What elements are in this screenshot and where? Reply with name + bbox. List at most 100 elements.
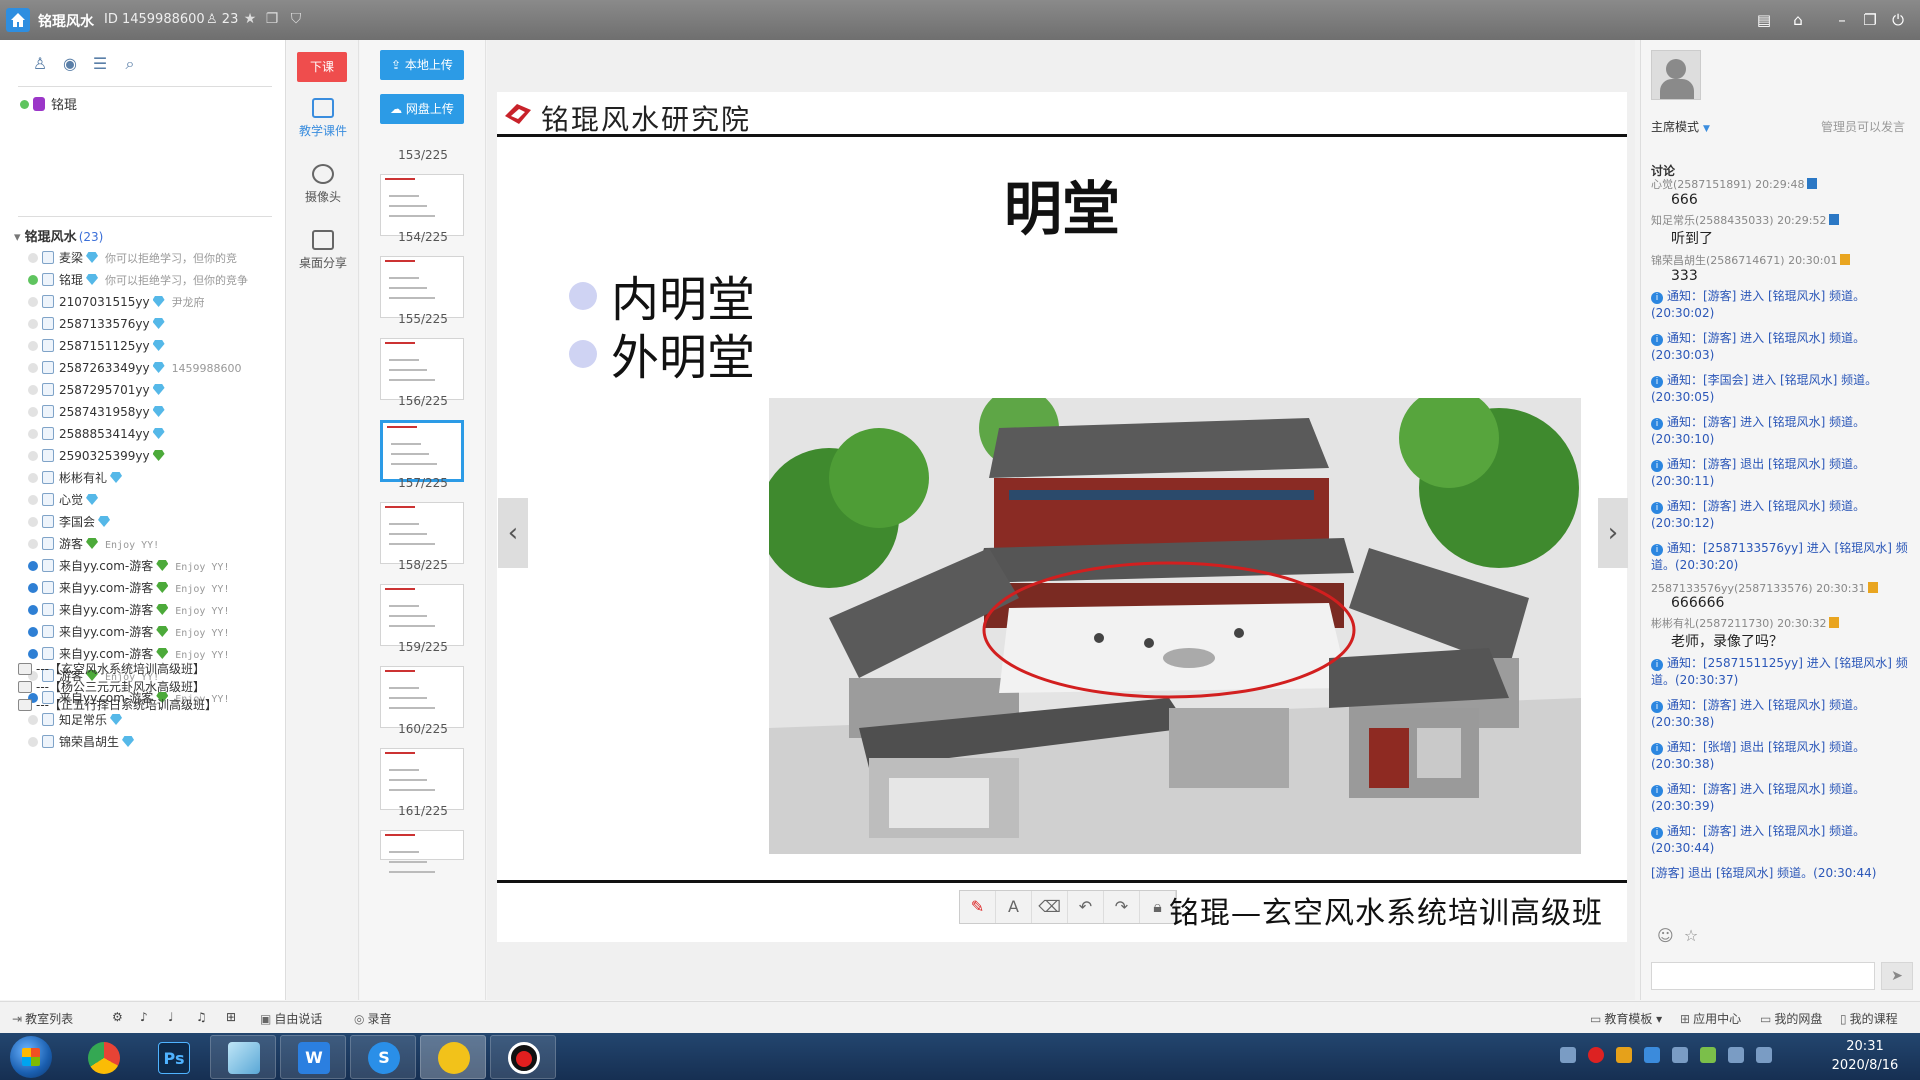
location-icon[interactable]: ◉ bbox=[60, 54, 80, 73]
member-row[interactable]: 2588853414yy bbox=[28, 423, 286, 445]
prev-slide-button[interactable]: ‹ bbox=[498, 498, 528, 568]
classroom-list-button[interactable]: ⇥ 教室列表 bbox=[12, 1010, 73, 1027]
teaching-toolbar: 下课 教学课件 摄像头 桌面分享 bbox=[287, 40, 359, 1000]
member-toolbar: ♙ ◉ ☰ ⌕ bbox=[30, 54, 150, 74]
text-icon[interactable]: A bbox=[996, 891, 1032, 923]
vip-gem-icon bbox=[152, 362, 165, 373]
slide-canvas[interactable]: 铭琨风水研究院 明堂 内明堂 外明堂 ✎ A ⌫ ↶ ↷ 🔒︎ 铭琨—玄空风水系… bbox=[497, 92, 1627, 942]
member-row[interactable]: 来自yy.com-游客 Enjoy YY! bbox=[28, 621, 286, 643]
home-icon[interactable] bbox=[6, 8, 30, 32]
microphone-icon[interactable]: ♩ bbox=[168, 1010, 174, 1024]
member-row[interactable]: 游客 Enjoy YY! bbox=[28, 533, 286, 555]
speaker-icon[interactable]: ♪ bbox=[140, 1010, 148, 1024]
current-user[interactable]: 铭琨 bbox=[20, 94, 77, 113]
skin-icon[interactable]: ▤ bbox=[1754, 10, 1774, 30]
member-row[interactable]: 铭琨 你可以拒绝学习，但你的竞争 bbox=[28, 269, 286, 291]
slide-thumbnail[interactable] bbox=[380, 584, 464, 646]
keyboard-icon[interactable] bbox=[1560, 1047, 1576, 1063]
end-class-button[interactable]: 下课 bbox=[297, 52, 347, 82]
member-row[interactable]: 2587263349yy 1459988600 bbox=[28, 357, 286, 379]
edu-template-button[interactable]: ▭ 教育模板 ▾ bbox=[1590, 1010, 1662, 1027]
subchannel-item[interactable]: ---【杨公三元元卦风水高级班】 bbox=[18, 678, 205, 695]
slide-thumbnail[interactable] bbox=[380, 666, 464, 728]
subchannel-item[interactable]: ---【正五行择日系统培训高级班】 bbox=[18, 696, 217, 713]
favorite-icon[interactable]: ☆ bbox=[1684, 926, 1698, 945]
undo-icon[interactable]: ↶ bbox=[1068, 891, 1104, 923]
list-icon[interactable]: ☰ bbox=[90, 54, 110, 73]
app-tray-icon[interactable] bbox=[1644, 1047, 1660, 1063]
emoji-icon[interactable]: ☺ bbox=[1657, 926, 1674, 945]
record-tray-icon[interactable] bbox=[1588, 1047, 1604, 1063]
wps-app[interactable]: W bbox=[280, 1035, 346, 1079]
signal-icon[interactable] bbox=[1756, 1047, 1772, 1063]
member-row[interactable]: 2107031515yy 尹龙府 bbox=[28, 291, 286, 313]
mixer-icon[interactable]: ⊞ bbox=[226, 1010, 236, 1024]
copy-icon[interactable]: ❐ bbox=[264, 11, 280, 27]
slide-thumbnail[interactable] bbox=[380, 420, 464, 482]
slide-thumbnail[interactable] bbox=[380, 830, 464, 873]
member-row[interactable]: 2587431958yy bbox=[28, 401, 286, 423]
start-button[interactable] bbox=[10, 1036, 52, 1078]
desktop-share-tool[interactable]: 桌面分享 bbox=[287, 230, 359, 271]
close-button[interactable]: ⏻ bbox=[1888, 10, 1908, 30]
record-button[interactable]: ◎ 录音 bbox=[354, 1010, 392, 1027]
member-row[interactable]: 心觉 bbox=[28, 489, 286, 511]
sogou-app[interactable]: S bbox=[350, 1035, 416, 1079]
user-icon[interactable]: ♙ bbox=[30, 54, 50, 73]
subchannel-item[interactable]: ---【玄空风水系统培训高级班】 bbox=[18, 660, 205, 677]
slide-thumbnail[interactable] bbox=[380, 748, 464, 810]
clock[interactable]: 20:31 2020/8/16 bbox=[1820, 1037, 1910, 1075]
star-icon[interactable]: ★ bbox=[242, 11, 258, 27]
member-row[interactable]: 来自yy.com-游客 Enjoy YY! bbox=[28, 599, 286, 621]
yy-tray-icon[interactable] bbox=[1616, 1047, 1632, 1063]
security-icon[interactable] bbox=[1700, 1047, 1716, 1063]
status-icon bbox=[28, 319, 38, 329]
photoshop-app[interactable]: Ps bbox=[140, 1035, 206, 1079]
eraser-icon[interactable]: ⌫ bbox=[1032, 891, 1068, 923]
network-icon[interactable] bbox=[1672, 1047, 1688, 1063]
member-row[interactable]: 来自yy.com-游客 Enjoy YY! bbox=[28, 555, 286, 577]
local-upload-button[interactable]: ⇪ 本地上传 bbox=[380, 50, 464, 80]
courseware-tool[interactable]: 教学课件 bbox=[287, 98, 359, 139]
channel-header[interactable]: ▾ 铭琨风水 (23) bbox=[14, 226, 103, 245]
cloud-upload-button[interactable]: ☁ 网盘上传 bbox=[380, 94, 464, 124]
pen-icon[interactable]: ✎ bbox=[960, 891, 996, 923]
notice-text: 通知：[游客] 进入 [铭琨风水] 频道。(20:30:44) bbox=[1651, 824, 1866, 855]
restore-button[interactable]: ❐ bbox=[1860, 10, 1880, 30]
member-row[interactable]: 麦梁 你可以拒绝学习，但你的竞 bbox=[28, 247, 286, 269]
chrome-app[interactable] bbox=[70, 1035, 136, 1079]
share-icon[interactable]: ⌂ bbox=[1788, 10, 1808, 30]
music-icon[interactable]: ♫ bbox=[196, 1010, 207, 1024]
send-button[interactable]: ➤ bbox=[1881, 962, 1913, 990]
volume-icon[interactable] bbox=[1728, 1047, 1744, 1063]
free-talk-button[interactable]: ▣ 自由说话 bbox=[260, 1010, 322, 1027]
member-row[interactable]: 彬彬有礼 bbox=[28, 467, 286, 489]
member-row[interactable]: 李国会 bbox=[28, 511, 286, 533]
slide-thumbnail[interactable] bbox=[380, 174, 464, 236]
chat-input[interactable] bbox=[1651, 962, 1875, 990]
recorder-app[interactable] bbox=[490, 1035, 556, 1079]
minimize-button[interactable]: – bbox=[1832, 10, 1852, 30]
redo-icon[interactable]: ↷ bbox=[1104, 891, 1140, 923]
member-row[interactable]: 来自yy.com-游客 Enjoy YY! bbox=[28, 577, 286, 599]
slide-thumbnail[interactable] bbox=[380, 256, 464, 318]
settings-icon[interactable]: ⚙ bbox=[112, 1010, 123, 1024]
shield-icon[interactable]: ⛉ bbox=[288, 11, 304, 27]
member-row[interactable]: 2587295701yy bbox=[28, 379, 286, 401]
next-slide-button[interactable]: › bbox=[1598, 498, 1628, 568]
slide-thumbnail[interactable] bbox=[380, 338, 464, 400]
host-avatar[interactable] bbox=[1651, 50, 1701, 100]
yy-app[interactable] bbox=[420, 1035, 486, 1079]
app-center-button[interactable]: ⊞ 应用中心 bbox=[1680, 1010, 1741, 1027]
mode-selector[interactable]: 主席模式 ▼ bbox=[1651, 118, 1710, 135]
explorer-app[interactable] bbox=[210, 1035, 276, 1079]
search-icon[interactable]: ⌕ bbox=[120, 54, 140, 74]
camera-tool[interactable]: 摄像头 bbox=[287, 164, 359, 205]
slide-thumbnail[interactable] bbox=[380, 502, 464, 564]
member-row[interactable]: 2587151125yy bbox=[28, 335, 286, 357]
member-row[interactable]: 2590325399yy bbox=[28, 445, 286, 467]
member-row[interactable]: 2587133576yy bbox=[28, 313, 286, 335]
my-disk-button[interactable]: ▭ 我的网盘 bbox=[1760, 1010, 1822, 1027]
my-course-button[interactable]: ▯ 我的课程 bbox=[1840, 1010, 1898, 1027]
member-row[interactable]: 锦荣昌胡生 bbox=[28, 731, 286, 753]
